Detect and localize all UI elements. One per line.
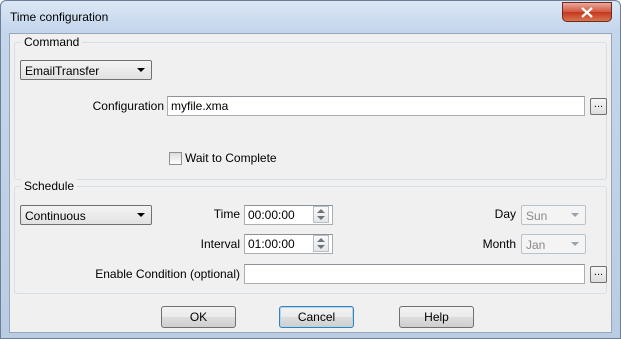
time-spinner[interactable]: [313, 206, 329, 223]
chevron-down-icon: [571, 242, 579, 246]
chevron-down-icon: [137, 68, 145, 72]
command-type-value: EmailTransfer: [25, 64, 100, 78]
ok-button[interactable]: OK: [161, 306, 236, 328]
dialog-body: Command EmailTransfer Configuration ... …: [9, 33, 612, 333]
title-bar[interactable]: Time configuration: [1, 1, 620, 33]
enable-condition-input[interactable]: [245, 265, 584, 283]
wait-to-complete-label[interactable]: Wait to Complete: [185, 151, 277, 165]
month-value: Jan: [526, 238, 546, 252]
configuration-input[interactable]: [168, 97, 584, 115]
close-icon: [581, 7, 593, 18]
chevron-down-icon: [571, 213, 579, 217]
day-label: Day: [494, 207, 516, 221]
help-button[interactable]: Help: [399, 306, 474, 328]
command-type-select[interactable]: EmailTransfer: [20, 60, 152, 80]
window-title: Time configuration: [10, 10, 109, 24]
schedule-group-label: Schedule: [21, 179, 78, 193]
enable-condition-label: Enable Condition (optional): [95, 267, 240, 281]
command-group-label: Command: [21, 35, 83, 49]
configuration-label: Configuration: [92, 99, 164, 113]
browse-label: ...: [593, 266, 604, 278]
time-label: Time: [213, 207, 240, 221]
chevron-down-icon: [137, 213, 145, 217]
schedule-mode-select[interactable]: Continuous: [20, 205, 152, 225]
command-group: Command EmailTransfer Configuration ... …: [14, 35, 607, 180]
spin-arrows-icon: [317, 209, 325, 220]
wait-to-complete-checkbox[interactable]: [169, 152, 182, 165]
day-select[interactable]: Sun: [521, 205, 586, 225]
interval-spinner[interactable]: [313, 235, 329, 252]
interval-label: Interval: [200, 237, 240, 251]
spin-arrows-icon: [317, 238, 325, 249]
close-button[interactable]: [562, 2, 612, 22]
cancel-button[interactable]: Cancel: [279, 306, 354, 328]
schedule-mode-value: Continuous: [25, 209, 86, 223]
schedule-group: Schedule Continuous Time Interval: [14, 179, 607, 294]
browse-label: ...: [593, 98, 604, 110]
enable-condition-field[interactable]: [244, 264, 585, 284]
month-label: Month: [482, 237, 516, 251]
configuration-browse-button[interactable]: ...: [590, 98, 607, 115]
month-select[interactable]: Jan: [521, 234, 586, 254]
day-value: Sun: [526, 209, 548, 223]
enable-condition-browse-button[interactable]: ...: [590, 266, 607, 283]
configuration-field[interactable]: [167, 96, 585, 116]
time-configuration-dialog: Time configuration Command EmailTransfer…: [0, 0, 621, 339]
